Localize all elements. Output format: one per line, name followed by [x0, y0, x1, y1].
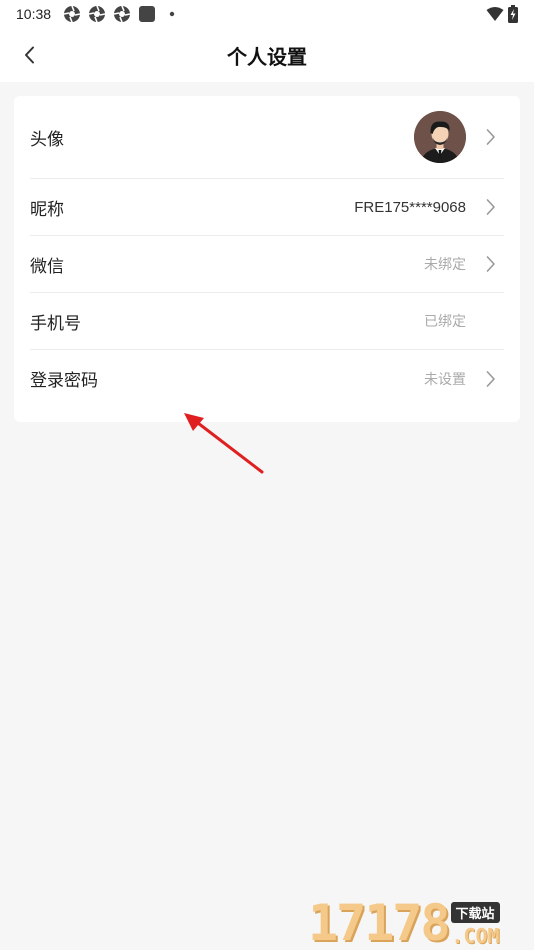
annotation-arrow-icon	[184, 413, 264, 474]
status-right-icons	[486, 5, 518, 23]
watermark-number: 17178	[308, 894, 451, 950]
chevron-right-icon	[484, 255, 498, 273]
battery-charging-icon	[508, 5, 518, 23]
nickname-row[interactable]: 昵称 FRE175****9068	[30, 179, 504, 236]
back-button[interactable]	[16, 41, 44, 69]
chevron-left-icon	[23, 46, 37, 64]
chevron-right-icon	[484, 370, 498, 388]
chevron-right-icon	[484, 128, 498, 146]
aperture-icon	[88, 5, 106, 23]
status-time: 10:38	[16, 6, 52, 22]
app-header: 个人设置	[0, 28, 534, 82]
phone-label: 手机号	[30, 313, 81, 334]
watermark-logo: 17178 下载站 .COM	[308, 890, 530, 948]
phone-row: 手机号 已绑定	[30, 293, 504, 350]
aperture-icon	[63, 5, 81, 23]
wifi-icon	[486, 6, 504, 22]
wechat-label: 微信	[30, 256, 64, 277]
watermark-tag: 下载站	[450, 902, 500, 923]
watermark-side: 下载站 .COM	[450, 902, 500, 948]
status-bar: 10:38	[0, 0, 534, 28]
nickname-value: FRE175****9068	[354, 198, 466, 216]
avatar[interactable]	[414, 111, 466, 163]
password-status: 未设置	[424, 371, 466, 388]
wechat-row[interactable]: 微信 未绑定	[30, 236, 504, 293]
avatar-row[interactable]: 头像	[30, 96, 504, 179]
password-row[interactable]: 登录密码 未设置	[30, 350, 504, 407]
avatar-label: 头像	[30, 129, 64, 150]
dot-icon	[163, 5, 181, 23]
aperture-icon	[113, 5, 131, 23]
settings-card: 头像 昵称 FRE175****9068 微信 未绑定 手机号 已绑定 登录密码…	[14, 96, 520, 422]
watermark-suffix: .COM	[451, 924, 500, 948]
page-title: 个人设置	[227, 44, 307, 69]
square-app-icon	[138, 5, 156, 23]
wechat-status: 未绑定	[424, 257, 466, 273]
phone-status: 已绑定	[424, 314, 466, 330]
password-label: 登录密码	[30, 371, 98, 391]
nickname-label: 昵称	[30, 199, 64, 220]
chevron-right-icon	[484, 198, 498, 216]
